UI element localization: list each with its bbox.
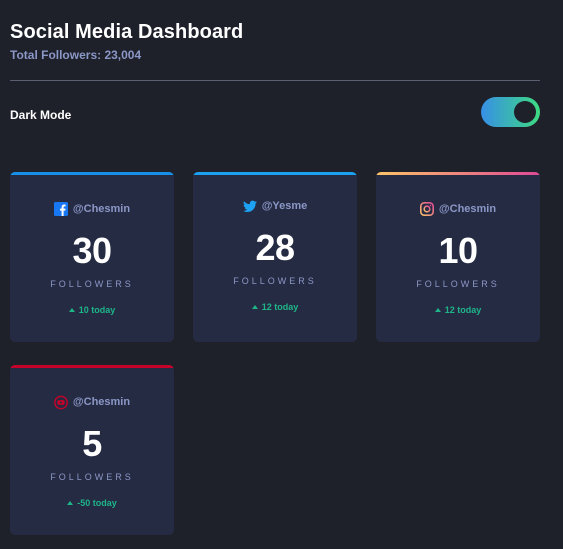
card-youtube[interactable]: @Chesmin 5 FOLLOWERS -50 today (10, 365, 174, 535)
daily-change: -50 today (10, 498, 174, 508)
card-twitter[interactable]: @Yesme 28 FOLLOWERS 12 today (193, 172, 357, 342)
total-followers: Total Followers: 23,004 (10, 48, 142, 62)
dark-mode-toggle[interactable] (481, 97, 540, 127)
followers-label: FOLLOWERS (233, 276, 317, 286)
follower-count: 10 (438, 230, 478, 271)
daily-change: 10 today (10, 305, 174, 315)
daily-change: 12 today (376, 305, 540, 315)
card-facebook[interactable]: @Chesmin 30 FOLLOWERS 10 today (10, 172, 174, 342)
divider (10, 80, 540, 81)
card-handle: @Chesmin (72, 203, 131, 215)
daily-change-text: 12 today (261, 302, 299, 312)
card-handle: @Yesme (261, 200, 308, 212)
dark-mode-label: Dark Mode (10, 108, 72, 122)
follower-count: 28 (255, 227, 295, 268)
card-accent-bar (10, 172, 174, 175)
followers-label: FOLLOWERS (50, 279, 134, 289)
youtube-icon (53, 395, 68, 409)
arrow-up-icon (434, 308, 441, 312)
followers-label: FOLLOWERS (416, 279, 500, 289)
arrow-up-icon (67, 501, 74, 505)
toggle-knob (514, 101, 536, 123)
daily-change-text: 12 today (444, 305, 482, 315)
daily-change-text: 10 today (78, 305, 116, 315)
card-accent-bar (10, 365, 174, 368)
follower-count: 30 (72, 230, 112, 271)
card-handle: @Chesmin (438, 203, 497, 215)
daily-change: 12 today (193, 302, 357, 312)
daily-change-text: -50 today (77, 498, 117, 508)
card-accent-bar (193, 172, 357, 175)
followers-label: FOLLOWERS (50, 472, 134, 482)
twitter-icon (242, 199, 257, 213)
instagram-icon (419, 202, 434, 216)
page-title: Social Media Dashboard (10, 21, 244, 43)
card-accent-bar (376, 172, 540, 175)
follower-count: 5 (82, 423, 102, 464)
card-instagram[interactable]: @Chesmin 10 FOLLOWERS 12 today (376, 172, 540, 342)
card-handle: @Chesmin (72, 396, 131, 408)
arrow-up-icon (68, 308, 75, 312)
facebook-icon (53, 202, 68, 216)
arrow-up-icon (251, 305, 258, 309)
dashboard-page: Social Media Dashboard Total Followers: … (0, 0, 563, 549)
